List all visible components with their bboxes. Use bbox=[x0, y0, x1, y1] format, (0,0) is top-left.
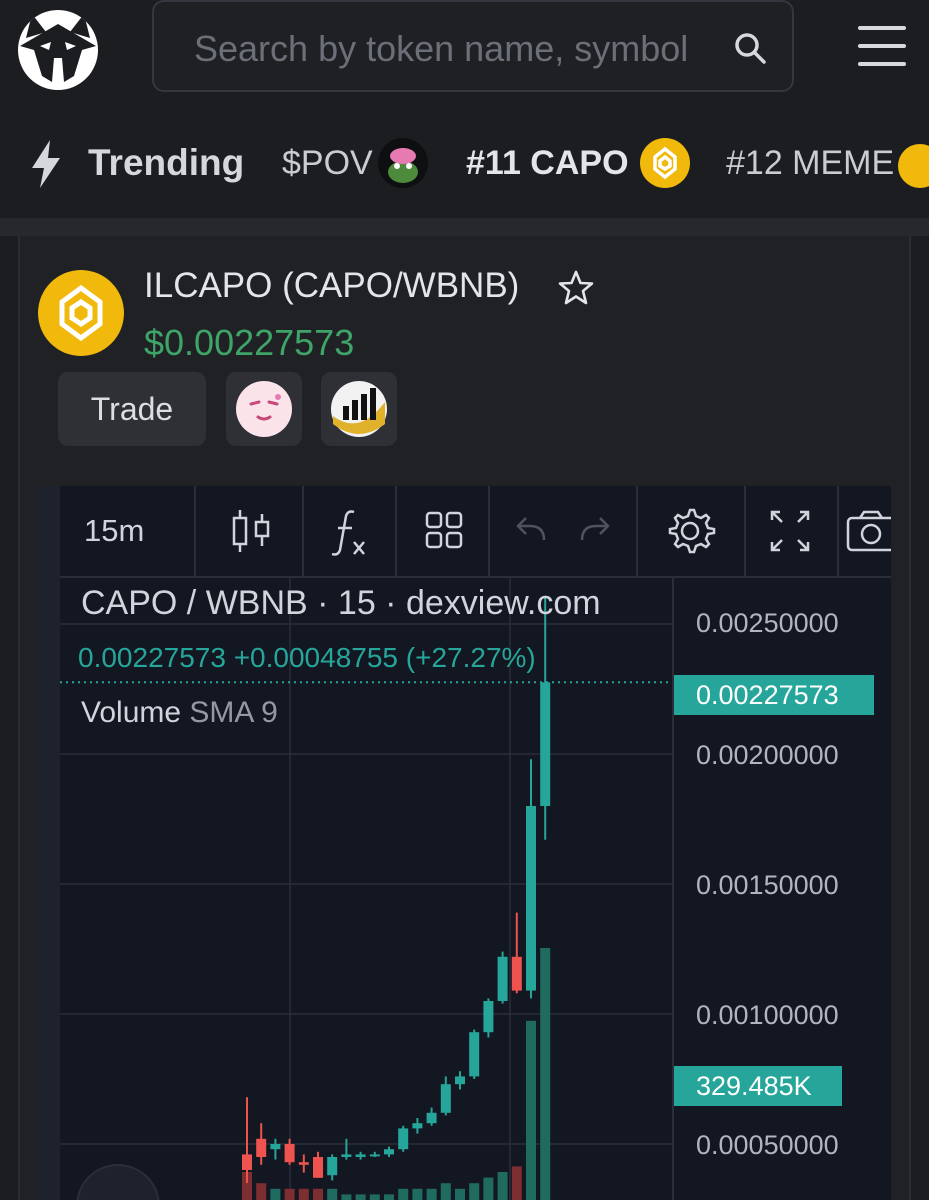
price-tick: 0.00050000 bbox=[696, 1130, 839, 1160]
search-bar[interactable] bbox=[152, 0, 794, 92]
candle-body bbox=[369, 1154, 380, 1157]
price-axis[interactable]: 0.00250000 0.00200000 0.00150000 0.00100… bbox=[672, 576, 891, 1200]
volume-bar bbox=[526, 1020, 536, 1200]
price-tick: 0.00200000 bbox=[696, 740, 839, 770]
volume-bar bbox=[341, 1194, 352, 1200]
volume-bar bbox=[256, 1183, 267, 1200]
candle-style-icon[interactable] bbox=[210, 486, 290, 576]
candle-body bbox=[284, 1144, 295, 1163]
candle-body bbox=[455, 1076, 465, 1085]
volume-bar bbox=[284, 1188, 295, 1200]
pancake-face-icon bbox=[236, 381, 292, 437]
app-logo[interactable] bbox=[18, 10, 98, 90]
section-divider bbox=[0, 218, 929, 236]
token-price: $0.00227573 bbox=[144, 322, 355, 363]
last-price-tag: 0.00227573 bbox=[674, 675, 874, 715]
hamburger-menu-icon[interactable] bbox=[858, 26, 906, 68]
volume-bar bbox=[455, 1188, 465, 1200]
volume-bar bbox=[483, 1177, 494, 1200]
volume-legend: Volume SMA 9 bbox=[81, 696, 278, 730]
candle-body bbox=[270, 1144, 281, 1150]
candle-body bbox=[327, 1157, 338, 1176]
chart-legend-symbol: CAPO / WBNB · 15 · dexview.com bbox=[81, 584, 601, 622]
bnb-token-icon bbox=[640, 138, 690, 188]
volume-bar bbox=[327, 1188, 338, 1200]
candle-body bbox=[426, 1112, 437, 1124]
candle-body bbox=[412, 1123, 423, 1129]
volume-sma-label: SMA 9 bbox=[189, 696, 278, 729]
price-tick: 0.00250000 bbox=[696, 608, 839, 638]
trending-item-pov[interactable]: $POV bbox=[282, 144, 373, 183]
candle-body bbox=[341, 1154, 352, 1157]
volume-bar bbox=[355, 1194, 366, 1200]
volume-bar bbox=[270, 1188, 281, 1200]
volume-bar bbox=[469, 1183, 480, 1200]
trending-label: Trending bbox=[88, 142, 245, 183]
candle-body bbox=[355, 1154, 366, 1157]
cat-logo-icon bbox=[20, 14, 96, 82]
candle-body bbox=[298, 1162, 309, 1165]
candle-body bbox=[526, 806, 536, 991]
undo-icon[interactable] bbox=[496, 486, 566, 576]
indicators-fx-icon[interactable] bbox=[310, 486, 390, 576]
volume-bar bbox=[298, 1188, 309, 1200]
candle-body bbox=[398, 1128, 409, 1150]
trending-bar: Trending $POV #11 CAPO #12 MEME bbox=[0, 126, 929, 202]
candle-body bbox=[313, 1157, 323, 1178]
candle-body bbox=[540, 682, 551, 806]
price-tick: 0.00100000 bbox=[696, 1000, 839, 1030]
dex-link-button[interactable] bbox=[226, 372, 302, 446]
top-bar: Trending $POV #11 CAPO #12 MEME bbox=[0, 0, 929, 220]
layout-grid-icon[interactable] bbox=[405, 486, 485, 576]
price-tick: 0.00150000 bbox=[696, 870, 839, 900]
redo-icon[interactable] bbox=[560, 486, 630, 576]
price-chart: 15m 0.00250000 0.00200000 0.00150000 0.0… bbox=[38, 486, 891, 1200]
candle-body bbox=[384, 1149, 394, 1155]
candle-body bbox=[511, 956, 522, 991]
timeframe-selector[interactable]: 15m bbox=[84, 486, 144, 576]
bar-chart-logo-icon bbox=[331, 381, 387, 437]
volume-bar bbox=[440, 1183, 451, 1200]
candle-body bbox=[483, 1001, 494, 1033]
search-input[interactable] bbox=[192, 24, 716, 74]
screenshot-camera-icon[interactable] bbox=[840, 486, 891, 576]
bnb-token-logo bbox=[38, 270, 124, 356]
volume-bar bbox=[540, 948, 551, 1200]
volume-bar bbox=[384, 1194, 394, 1200]
chart-toolbar: 15m bbox=[60, 486, 891, 578]
bnb-token-icon bbox=[898, 144, 929, 188]
volume-bar bbox=[313, 1188, 323, 1200]
search-icon[interactable] bbox=[732, 30, 768, 66]
bnb-logo-icon bbox=[59, 284, 103, 342]
trade-button[interactable]: Trade bbox=[58, 372, 206, 446]
trending-item-meme[interactable]: #12 MEME bbox=[726, 144, 894, 183]
volume-bar bbox=[398, 1188, 409, 1200]
volume-label: Volume bbox=[81, 696, 182, 729]
candle-body bbox=[497, 956, 508, 1001]
volume-bar bbox=[412, 1188, 423, 1200]
lightning-icon bbox=[32, 140, 60, 188]
volume-bar bbox=[426, 1188, 437, 1200]
settings-gear-icon[interactable] bbox=[650, 486, 730, 576]
pair-title: ILCAPO (CAPO/WBNB) bbox=[144, 266, 520, 305]
volume-bar bbox=[511, 1166, 522, 1200]
favorite-star-icon[interactable] bbox=[556, 268, 596, 308]
drawing-toolbar-strip bbox=[38, 486, 60, 1200]
pepe-token-icon bbox=[378, 138, 428, 188]
volume-bar bbox=[497, 1172, 508, 1200]
volume-bar bbox=[369, 1194, 380, 1200]
candle-body bbox=[256, 1138, 267, 1157]
candle-body bbox=[242, 1154, 252, 1170]
trending-item-capo[interactable]: #11 CAPO bbox=[466, 144, 629, 183]
fullscreen-icon[interactable] bbox=[750, 486, 830, 576]
candle-body bbox=[440, 1084, 451, 1113]
chart-link-button[interactable] bbox=[321, 372, 397, 446]
candle-body bbox=[469, 1032, 480, 1077]
chart-legend-values: 0.00227573 +0.00048755 (+27.27%) bbox=[78, 642, 536, 673]
volume-tag: 329.485K bbox=[674, 1066, 842, 1106]
